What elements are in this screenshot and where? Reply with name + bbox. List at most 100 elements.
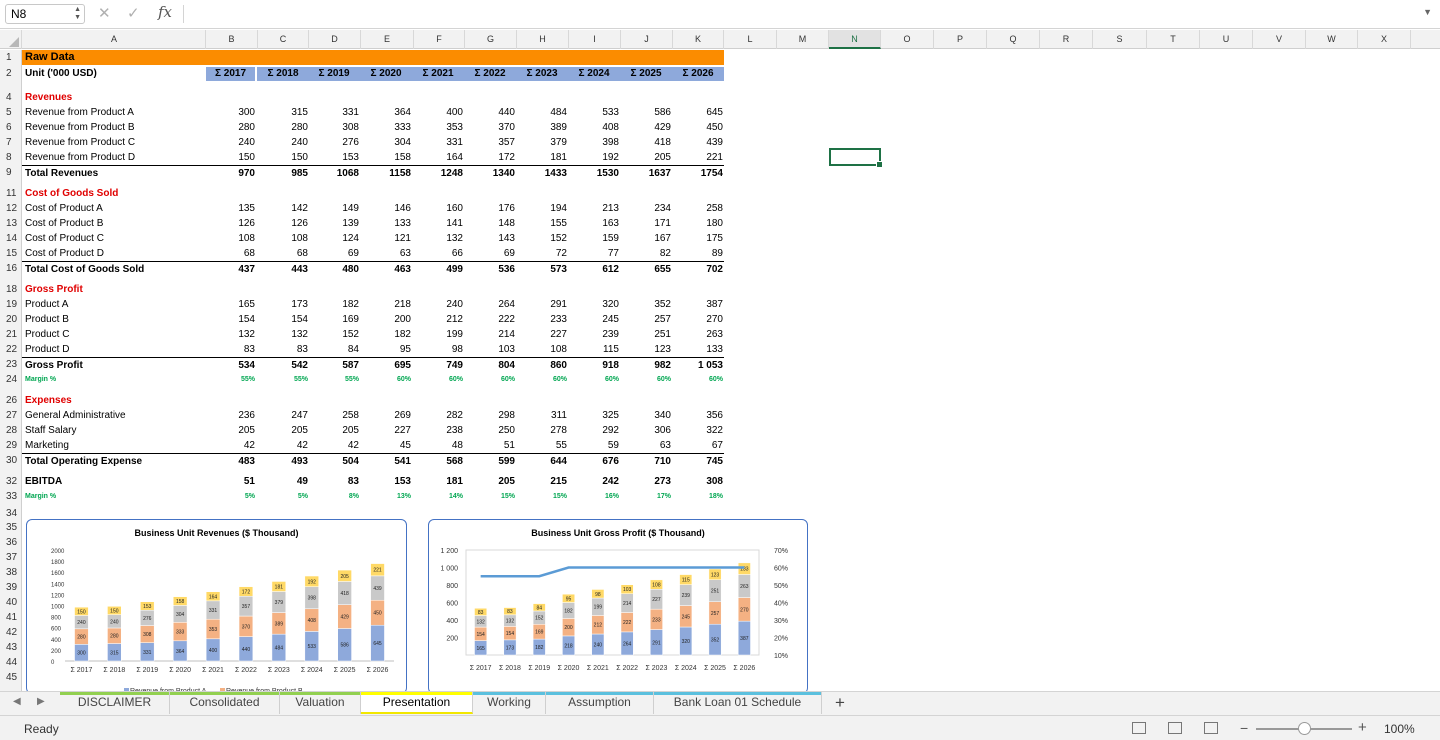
- value-cell[interactable]: 84: [309, 342, 359, 357]
- value-cell[interactable]: 132: [258, 327, 308, 342]
- column-header-l[interactable]: L: [724, 30, 777, 49]
- value-cell[interactable]: 173: [258, 297, 308, 312]
- value-cell[interactable]: 214: [465, 327, 515, 342]
- value-cell[interactable]: 108: [517, 342, 567, 357]
- row-header-18[interactable]: 18: [0, 282, 22, 297]
- value-cell[interactable]: 108: [258, 231, 308, 246]
- value-cell[interactable]: 141: [413, 216, 463, 231]
- value-cell[interactable]: 200: [361, 312, 411, 327]
- value-cell[interactable]: 59: [569, 438, 619, 453]
- value-cell[interactable]: 804: [465, 358, 515, 373]
- value-cell[interactable]: 429: [621, 120, 671, 135]
- tab-presentation[interactable]: Presentation: [361, 692, 473, 714]
- value-cell[interactable]: 536: [465, 262, 515, 277]
- column-header-t[interactable]: T: [1147, 30, 1200, 49]
- tab-disclaimer[interactable]: DISCLAIMER: [60, 692, 170, 714]
- value-cell[interactable]: 14%: [413, 489, 463, 504]
- value-cell[interactable]: 16%: [569, 489, 619, 504]
- row-header-39[interactable]: 39: [0, 580, 22, 595]
- value-cell[interactable]: 278: [517, 423, 567, 438]
- value-cell[interactable]: 1158: [361, 166, 411, 181]
- row-header-21[interactable]: 21: [0, 327, 22, 342]
- value-cell[interactable]: 437: [205, 262, 255, 277]
- value-cell[interactable]: 408: [569, 120, 619, 135]
- value-cell[interactable]: 860: [517, 358, 567, 373]
- name-box-stepper-icon[interactable]: ▲ ▼: [74, 6, 81, 22]
- function-icon[interactable]: fx: [158, 3, 172, 21]
- value-cell[interactable]: 238: [413, 423, 463, 438]
- value-cell[interactable]: 148: [465, 216, 515, 231]
- margin-line[interactable]: [480, 566, 745, 578]
- value-cell[interactable]: 180: [673, 216, 723, 231]
- row-header-26[interactable]: 26: [0, 393, 22, 408]
- row-header-32[interactable]: 32: [0, 474, 22, 489]
- value-cell[interactable]: 247: [258, 408, 308, 423]
- column-header-v[interactable]: V: [1253, 30, 1306, 49]
- value-cell[interactable]: 239: [569, 327, 619, 342]
- add-sheet-icon[interactable]: +: [835, 693, 845, 713]
- value-cell[interactable]: 213: [569, 201, 619, 216]
- value-cell[interactable]: 352: [621, 297, 671, 312]
- column-header-s[interactable]: S: [1093, 30, 1147, 49]
- value-cell[interactable]: 133: [361, 216, 411, 231]
- value-cell[interactable]: 331: [413, 135, 463, 150]
- value-cell[interactable]: 5%: [205, 489, 255, 504]
- value-cell[interactable]: 221: [673, 150, 723, 165]
- value-cell[interactable]: 1068: [309, 166, 359, 181]
- value-cell[interactable]: 126: [205, 216, 255, 231]
- value-cell[interactable]: 155: [517, 216, 567, 231]
- value-cell[interactable]: 51: [205, 474, 255, 489]
- value-cell[interactable]: 612: [569, 262, 619, 277]
- value-cell[interactable]: 573: [517, 262, 567, 277]
- value-cell[interactable]: 227: [517, 327, 567, 342]
- value-cell[interactable]: 504: [309, 454, 359, 469]
- value-cell[interactable]: 599: [465, 454, 515, 469]
- value-cell[interactable]: 325: [569, 408, 619, 423]
- row-header-30[interactable]: 30: [0, 453, 22, 468]
- value-cell[interactable]: 159: [569, 231, 619, 246]
- row-header-12[interactable]: 12: [0, 201, 22, 216]
- value-cell[interactable]: 69: [465, 246, 515, 261]
- value-cell[interactable]: 1 053: [673, 358, 723, 373]
- value-cell[interactable]: 5%: [258, 489, 308, 504]
- value-cell[interactable]: 258: [309, 408, 359, 423]
- row-header-22[interactable]: 22: [0, 342, 22, 357]
- value-cell[interactable]: 276: [309, 135, 359, 150]
- value-cell[interactable]: 164: [413, 150, 463, 165]
- value-cell[interactable]: 139: [309, 216, 359, 231]
- value-cell[interactable]: 234: [621, 201, 671, 216]
- row-header-15[interactable]: 15: [0, 246, 22, 261]
- value-cell[interactable]: 702: [673, 262, 723, 277]
- row-header-36[interactable]: 36: [0, 535, 22, 550]
- value-cell[interactable]: 205: [258, 423, 308, 438]
- value-cell[interactable]: 270: [673, 312, 723, 327]
- value-cell[interactable]: 49: [258, 474, 308, 489]
- row-header-16[interactable]: 16: [0, 261, 22, 276]
- name-box[interactable]: N8 ▲ ▼: [5, 4, 85, 24]
- cancel-icon[interactable]: ✕: [98, 4, 111, 22]
- column-header-p[interactable]: P: [934, 30, 987, 49]
- value-cell[interactable]: 182: [361, 327, 411, 342]
- value-cell[interactable]: 586: [621, 105, 671, 120]
- value-cell[interactable]: 69: [309, 246, 359, 261]
- value-cell[interactable]: 1754: [673, 166, 723, 181]
- value-cell[interactable]: 60%: [673, 372, 723, 387]
- value-cell[interactable]: 710: [621, 454, 671, 469]
- value-cell[interactable]: 311: [517, 408, 567, 423]
- value-cell[interactable]: 182: [309, 297, 359, 312]
- value-cell[interactable]: 250: [465, 423, 515, 438]
- value-cell[interactable]: 60%: [413, 372, 463, 387]
- value-cell[interactable]: 356: [673, 408, 723, 423]
- value-cell[interactable]: 126: [258, 216, 308, 231]
- value-cell[interactable]: 439: [673, 135, 723, 150]
- value-cell[interactable]: 121: [361, 231, 411, 246]
- value-cell[interactable]: 17%: [621, 489, 671, 504]
- formula-input[interactable]: [190, 7, 1410, 23]
- tab-working[interactable]: Working: [473, 692, 546, 714]
- value-cell[interactable]: 280: [205, 120, 255, 135]
- value-cell[interactable]: 205: [621, 150, 671, 165]
- value-cell[interactable]: 233: [517, 312, 567, 327]
- value-cell[interactable]: 192: [569, 150, 619, 165]
- value-cell[interactable]: 48: [413, 438, 463, 453]
- value-cell[interactable]: 218: [361, 297, 411, 312]
